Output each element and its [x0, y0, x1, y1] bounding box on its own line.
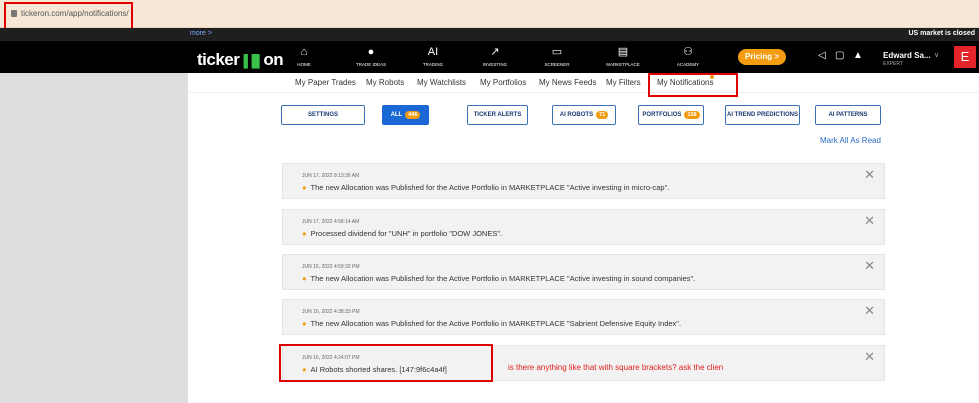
subnav-portfolios[interactable]: My Portfolios: [480, 78, 526, 87]
filter-ai-robots[interactable]: AI ROBOTS 71: [552, 105, 616, 125]
notification-message: ● The new Allocation was Published for th…: [302, 319, 682, 328]
notification-message: ● Processed dividend for "UNH" in portfol…: [302, 229, 503, 238]
notification-time: JUN 17, 2022 8:13:36 AM: [302, 173, 360, 179]
subnav-filters[interactable]: My Filters: [606, 78, 641, 87]
left-gutter: [0, 73, 188, 403]
bullet-icon: ●: [302, 319, 307, 328]
browser-url-bar[interactable]: tickeron.com/app/notifications/: [0, 0, 979, 28]
close-icon[interactable]: ✕: [864, 303, 875, 319]
pricing-button[interactable]: Pricing >: [738, 49, 786, 65]
home-icon: ⌂: [300, 46, 308, 58]
bullet-icon: ●: [302, 274, 307, 283]
review-annotation: is there anything like that with square …: [508, 363, 724, 372]
nav-trading[interactable]: AI TRADING: [403, 46, 463, 67]
nav-academy[interactable]: ⚇ ACADEMY: [658, 46, 718, 67]
nav-trade-ideas[interactable]: ● TRADE IDEAS: [341, 46, 401, 67]
filter-portfolios[interactable]: PORTFOLIOS 158: [638, 105, 704, 125]
chevron-down-icon[interactable]: ∨: [934, 51, 939, 59]
notification-time: JUN 16, 2022 4:38:33 PM: [302, 309, 360, 315]
notification-message: ● The new Allocation was Published for th…: [302, 183, 670, 192]
filter-all[interactable]: ALL 446: [382, 105, 429, 125]
subnav-watchlists[interactable]: My Watchlists: [417, 78, 466, 87]
filter-ai-patterns[interactable]: AI PATTERNS: [815, 105, 881, 125]
user-name[interactable]: Edward Sa...: [883, 51, 931, 60]
avatar[interactable]: E: [954, 46, 976, 68]
ai-robots-count-badge: 71: [596, 111, 609, 119]
nav-investing[interactable]: ↗ INVESTING: [465, 46, 525, 67]
user-role: EXPERT: [883, 61, 903, 67]
close-icon[interactable]: ✕: [864, 167, 875, 183]
subnav-news-feeds[interactable]: My News Feeds: [539, 78, 596, 87]
notification-time: JUN 16, 2022 4:59:32 PM: [302, 264, 360, 270]
close-icon[interactable]: ✕: [864, 213, 875, 229]
nav-screener[interactable]: ▭ SCREENER: [527, 46, 587, 67]
subnav-paper-trades[interactable]: My Paper Trades: [295, 78, 356, 87]
notification-highlight-box: [279, 344, 493, 382]
chat-icon[interactable]: ▢: [835, 50, 844, 61]
tickeron-logo[interactable]: ticker▐▐▌on: [197, 50, 284, 70]
mark-all-read-link[interactable]: Mark All As Read: [820, 136, 881, 145]
monitor-icon: ▭: [551, 46, 563, 58]
filter-bar: SETTINGS ALL 446 TICKER ALERTS AI ROBOTS 7…: [188, 105, 979, 125]
filter-ticker-alerts[interactable]: TICKER ALERTS: [467, 105, 528, 125]
close-icon[interactable]: ✕: [864, 258, 875, 274]
lightbulb-icon: ●: [367, 46, 375, 58]
notifications-highlight-box: [648, 73, 738, 97]
bullet-icon: ●: [302, 229, 307, 238]
notification-card[interactable]: JUN 16, 2022 4:38:33 PM ● The new Allocat…: [282, 299, 885, 335]
notification-card[interactable]: JUN 16, 2022 4:59:32 PM ● The new Allocat…: [282, 254, 885, 290]
all-count-badge: 446: [405, 111, 421, 119]
bars-logo-icon: ▐▐▌: [239, 54, 264, 68]
nav-marketplace[interactable]: ▤ MARKETPLACE: [593, 46, 653, 67]
notification-card[interactable]: JUN 17, 2022 8:13:36 AM ● The new Allocat…: [282, 163, 885, 199]
market-bar: more > US market is closed: [0, 28, 979, 41]
portfolios-count-badge: 158: [684, 111, 700, 119]
subnav-robots[interactable]: My Robots: [366, 78, 404, 87]
filter-ai-trend-predictions[interactable]: AI TREND PREDICTIONS: [725, 105, 800, 125]
notification-card[interactable]: JUN 17, 2022 4:58:14 AM ● Processed divid…: [282, 209, 885, 245]
ai-icon: AI: [427, 46, 439, 58]
nav-home[interactable]: ⌂ HOME: [274, 46, 334, 67]
store-icon: ▤: [617, 46, 629, 58]
chart-arrow-icon: ↗: [490, 46, 500, 58]
bullet-icon: ●: [302, 183, 307, 192]
notification-message: ● The new Allocation was Published for th…: [302, 274, 696, 283]
settings-button[interactable]: SETTINGS: [281, 105, 365, 125]
sub-nav: My Paper Trades My Robots My Watchlists …: [188, 73, 979, 93]
more-link[interactable]: more >: [190, 30, 212, 37]
market-status: US market is closed: [908, 30, 975, 37]
bell-icon[interactable]: ▲: [853, 50, 863, 61]
close-icon[interactable]: ✕: [864, 349, 875, 365]
people-icon: ⚇: [683, 46, 693, 58]
main-nav: ticker▐▐▌on ⌂ HOME ● TRADE IDEAS AI TRADING…: [0, 41, 979, 73]
megaphone-icon[interactable]: ◁: [818, 50, 826, 61]
notification-time: JUN 17, 2022 4:58:14 AM: [302, 219, 360, 225]
notification-dot: [710, 75, 714, 79]
